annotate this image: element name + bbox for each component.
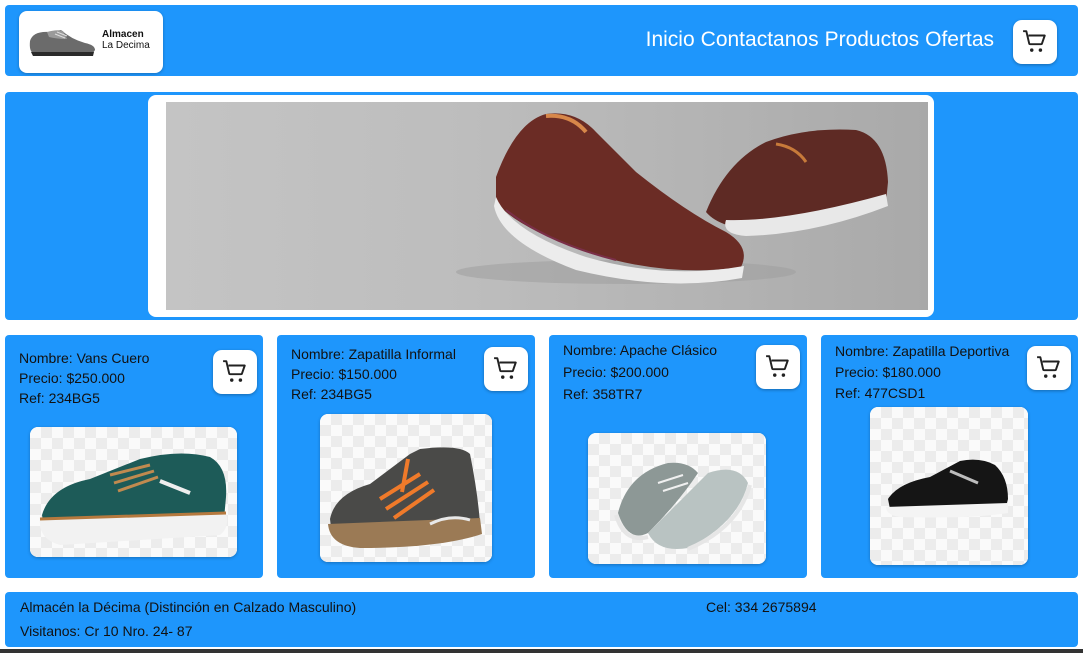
product-card-vans-cuero[interactable]: Nombre: Vans Cuero Precio: $250.000 Ref:…	[5, 335, 263, 578]
window-bottom-edge	[0, 649, 1083, 653]
header-bar: Almacen La Decima Inicio Contactanos Pro…	[5, 5, 1078, 76]
product-card-zapatilla-deportiva[interactable]: Nombre: Zapatilla Deportiva Precio: $180…	[821, 335, 1078, 578]
shopping-cart-icon	[223, 360, 246, 382]
product-card-apache-clasico[interactable]: Nombre: Apache Clásico Precio: $200.000 …	[549, 335, 807, 578]
product-ref: Ref: 234BG5	[19, 390, 100, 406]
product-price: Precio: $250.000	[19, 370, 125, 386]
shopping-cart-icon	[766, 355, 789, 377]
shoe-logo-icon	[29, 30, 95, 56]
nav-productos[interactable]: Productos	[825, 28, 920, 52]
footer-phone: Cel: 334 2675894	[706, 599, 817, 615]
product-ref: Ref: 358TR7	[563, 386, 643, 402]
footer-store-name: Almacén la Décima (Distinción en Calzado…	[20, 599, 357, 615]
nav-inicio[interactable]: Inicio	[646, 28, 695, 52]
product-name: Nombre: Zapatilla Deportiva	[835, 343, 1010, 359]
add-to-cart-button[interactable]	[484, 347, 528, 391]
product-image	[30, 427, 237, 557]
nav-ofertas[interactable]: Ofertas	[925, 28, 994, 52]
footer-bar: Almacén la Décima (Distinción en Calzado…	[5, 592, 1078, 647]
product-price: Precio: $200.000	[563, 364, 669, 380]
product-price: Precio: $180.000	[835, 364, 941, 380]
logo-line-1: Almacen	[102, 29, 144, 40]
brand-logo[interactable]: Almacen La Decima	[19, 11, 163, 73]
product-name: Nombre: Apache Clásico	[563, 342, 718, 358]
add-to-cart-button[interactable]	[213, 350, 257, 394]
product-image	[588, 433, 766, 564]
product-name: Nombre: Zapatilla Informal	[291, 346, 456, 362]
nav-contactanos[interactable]: Contactanos	[701, 28, 819, 52]
product-image	[320, 414, 492, 562]
shopping-cart-icon	[494, 357, 517, 379]
product-name: Nombre: Vans Cuero	[19, 350, 150, 366]
shopping-cart-icon	[1023, 30, 1046, 52]
shopping-cart-icon	[1037, 356, 1060, 378]
footer-address: Visitanos: Cr 10 Nro. 24- 87	[20, 623, 193, 639]
logo-line-2: La Decima	[102, 40, 150, 51]
product-ref: Ref: 477CSD1	[835, 385, 926, 401]
product-card-zapatilla-informal[interactable]: Nombre: Zapatilla Informal Precio: $150.…	[277, 335, 535, 578]
add-to-cart-button[interactable]	[756, 345, 800, 389]
product-price: Precio: $150.000	[291, 366, 397, 382]
hero-shoes-image	[166, 102, 928, 310]
hero-banner	[5, 92, 1078, 320]
add-to-cart-button[interactable]	[1027, 346, 1071, 390]
product-ref: Ref: 234BG5	[291, 386, 372, 402]
main-nav: Inicio Contactanos Productos Ofertas	[646, 28, 994, 52]
hero-image-frame	[148, 95, 934, 317]
header-cart-button[interactable]	[1013, 20, 1057, 64]
product-image	[870, 407, 1028, 565]
